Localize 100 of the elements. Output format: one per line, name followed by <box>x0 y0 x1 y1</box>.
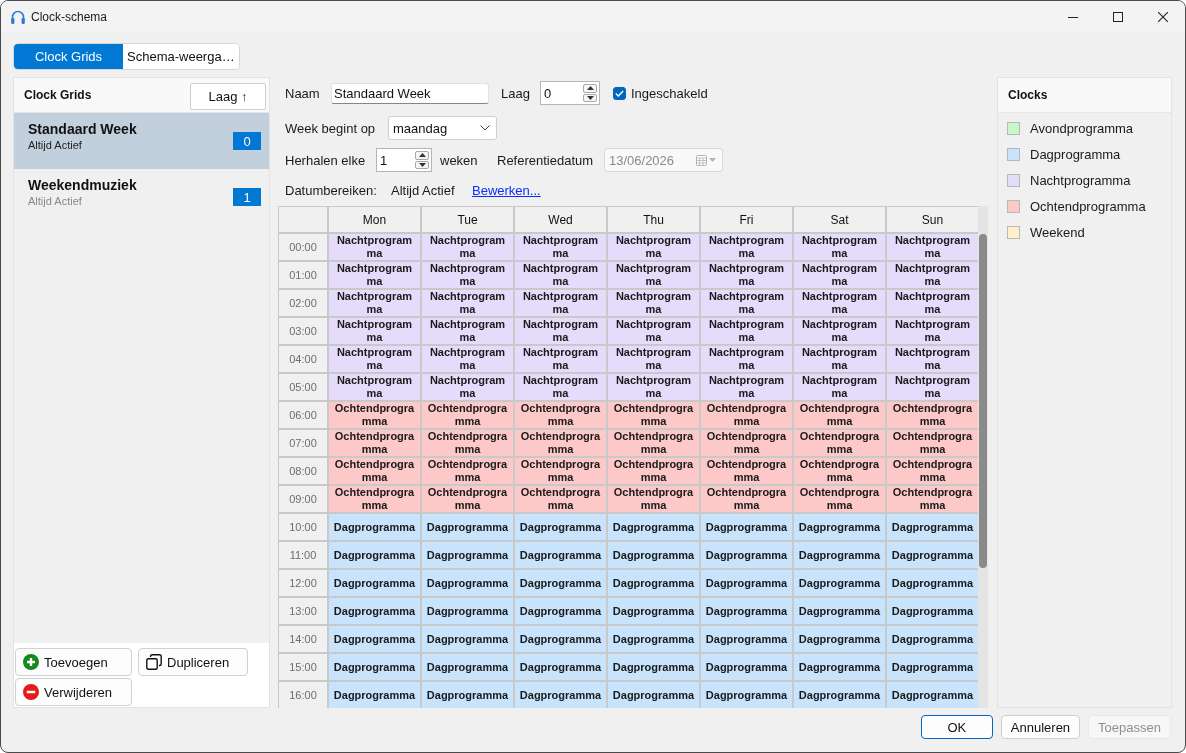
schedule-cell[interactable]: Dagprogramma <box>422 598 513 624</box>
spin-up-button[interactable] <box>415 151 429 160</box>
scrollbar[interactable] <box>978 206 988 708</box>
schedule-cell[interactable]: Nachtprogramma <box>329 234 420 260</box>
add-button[interactable]: Toevoegen <box>15 648 132 676</box>
schedule-cell[interactable]: Nachtprogramma <box>515 262 606 288</box>
schedule-cell[interactable]: Nachtprogramma <box>794 346 885 372</box>
schedule-cell[interactable]: Nachtprogramma <box>515 234 606 260</box>
number-field[interactable]: 1 <box>376 148 432 172</box>
schedule-cell[interactable]: Ochtendprogramma <box>422 458 513 484</box>
schedule-cell[interactable]: Ochtendprogramma <box>608 458 699 484</box>
schedule-cell[interactable]: Nachtprogramma <box>422 290 513 316</box>
schedule-cell[interactable]: Ochtendprogramma <box>608 486 699 512</box>
schedule-cell[interactable]: Nachtprogramma <box>329 346 420 372</box>
schedule-cell[interactable]: Dagprogramma <box>515 542 606 568</box>
schedule-cell[interactable]: Nachtprogramma <box>329 318 420 344</box>
schedule-cell[interactable]: Nachtprogramma <box>701 318 792 344</box>
dialog-button[interactable]: OK <box>920 715 993 739</box>
schedule-cell[interactable]: Dagprogramma <box>608 626 699 652</box>
schedule-cell[interactable]: Ochtendprogramma <box>887 402 978 428</box>
spin-up-button[interactable] <box>583 84 597 93</box>
schedule-cell[interactable]: Dagprogramma <box>887 570 978 596</box>
schedule-cell[interactable]: Dagprogramma <box>701 570 792 596</box>
sort-button[interactable]: Laag ↑ <box>190 82 266 110</box>
schedule-cell[interactable]: Dagprogramma <box>608 570 699 596</box>
schedule-cell[interactable]: Dagprogramma <box>422 626 513 652</box>
schedule-cell[interactable]: Dagprogramma <box>515 514 606 540</box>
schedule-cell[interactable]: Ochtendprogramma <box>701 486 792 512</box>
schedule-cell[interactable]: Ochtendprogramma <box>515 430 606 456</box>
schedule-cell[interactable]: Ochtendprogramma <box>515 458 606 484</box>
schedule-cell[interactable]: Dagprogramma <box>422 542 513 568</box>
week-start-dropdown[interactable]: maandag <box>388 116 497 140</box>
schedule-cell[interactable]: Nachtprogramma <box>701 346 792 372</box>
schedule-cell[interactable]: Dagprogramma <box>422 514 513 540</box>
schedule-cell[interactable]: Dagprogramma <box>794 626 885 652</box>
schedule-cell[interactable]: Dagprogramma <box>422 654 513 680</box>
schedule-cell[interactable]: Nachtprogramma <box>329 262 420 288</box>
schedule-cell[interactable]: Nachtprogramma <box>329 290 420 316</box>
schedule-cell[interactable]: Nachtprogramma <box>887 346 978 372</box>
schedule-cell[interactable]: Nachtprogramma <box>329 374 420 400</box>
schedule-cell[interactable]: Ochtendprogramma <box>608 430 699 456</box>
schedule-cell[interactable]: Dagprogramma <box>515 654 606 680</box>
schedule-cell[interactable]: Nachtprogramma <box>608 290 699 316</box>
schedule-cell[interactable]: Nachtprogramma <box>608 318 699 344</box>
schedule-cell[interactable]: Dagprogramma <box>608 514 699 540</box>
schedule-cell[interactable]: Nachtprogramma <box>515 318 606 344</box>
schedule-cell[interactable]: Ochtendprogramma <box>887 486 978 512</box>
schedule-cell[interactable]: Nachtprogramma <box>422 318 513 344</box>
schedule-cell[interactable]: Nachtprogramma <box>422 346 513 372</box>
schedule-cell[interactable]: Dagprogramma <box>887 598 978 624</box>
schedule-cell[interactable]: Nachtprogramma <box>608 346 699 372</box>
schedule-cell[interactable]: Dagprogramma <box>794 542 885 568</box>
schedule-cell[interactable]: Nachtprogramma <box>794 374 885 400</box>
schedule-cell[interactable]: Ochtendprogramma <box>794 458 885 484</box>
number-field[interactable]: 0 <box>540 81 600 105</box>
schedule-cell[interactable]: Ochtendprogramma <box>515 486 606 512</box>
schedule-cell[interactable]: Nachtprogramma <box>701 262 792 288</box>
schedule-cell[interactable]: Ochtendprogramma <box>515 402 606 428</box>
schedule-cell[interactable]: Dagprogramma <box>329 682 420 708</box>
schedule-cell[interactable]: Ochtendprogramma <box>887 430 978 456</box>
tab[interactable]: Clock Grids <box>14 44 123 69</box>
schedule-cell[interactable]: Dagprogramma <box>794 598 885 624</box>
checkbox[interactable] <box>613 86 626 100</box>
edit-link[interactable]: Bewerken... <box>472 183 541 198</box>
schedule-cell[interactable]: Nachtprogramma <box>887 234 978 260</box>
schedule-cell[interactable]: Ochtendprogramma <box>422 486 513 512</box>
schedule-cell[interactable]: Ochtendprogramma <box>701 402 792 428</box>
schedule-cell[interactable]: Dagprogramma <box>701 682 792 708</box>
schedule-cell[interactable]: Dagprogramma <box>887 682 978 708</box>
schedule-cell[interactable]: Dagprogramma <box>794 654 885 680</box>
schedule-cell[interactable]: Nachtprogramma <box>515 374 606 400</box>
schedule-cell[interactable]: Ochtendprogramma <box>701 458 792 484</box>
schedule-cell[interactable]: Ochtendprogramma <box>329 486 420 512</box>
list-item[interactable]: Weekendmuziek Altijd Actief 1 <box>14 169 269 225</box>
schedule-cell[interactable]: Nachtprogramma <box>701 290 792 316</box>
schedule-cell[interactable]: Nachtprogramma <box>794 290 885 316</box>
schedule-cell[interactable]: Dagprogramma <box>515 598 606 624</box>
schedule-cell[interactable]: Ochtendprogramma <box>329 430 420 456</box>
duplicate-button[interactable]: Dupliceren <box>138 648 248 676</box>
schedule-cell[interactable]: Dagprogramma <box>887 514 978 540</box>
schedule-cell[interactable]: Nachtprogramma <box>887 262 978 288</box>
spin-down-button[interactable] <box>583 93 597 102</box>
schedule-cell[interactable]: Dagprogramma <box>701 654 792 680</box>
schedule-cell[interactable]: Nachtprogramma <box>422 262 513 288</box>
schedule-cell[interactable]: Dagprogramma <box>608 682 699 708</box>
schedule-cell[interactable]: Nachtprogramma <box>887 318 978 344</box>
schedule-cell[interactable]: Dagprogramma <box>422 570 513 596</box>
schedule-cell[interactable]: Ochtendprogramma <box>422 402 513 428</box>
schedule-cell[interactable]: Nachtprogramma <box>887 374 978 400</box>
schedule-cell[interactable]: Dagprogramma <box>608 542 699 568</box>
schedule-cell[interactable]: Dagprogramma <box>794 514 885 540</box>
schedule-cell[interactable]: Nachtprogramma <box>701 374 792 400</box>
schedule-cell[interactable]: Ochtendprogramma <box>794 486 885 512</box>
schedule-cell[interactable]: Ochtendprogramma <box>794 430 885 456</box>
schedule-cell[interactable]: Dagprogramma <box>701 598 792 624</box>
schedule-cell[interactable]: Nachtprogramma <box>608 262 699 288</box>
schedule-cell[interactable]: Dagprogramma <box>515 682 606 708</box>
schedule-cell[interactable]: Dagprogramma <box>794 682 885 708</box>
schedule-cell[interactable]: Dagprogramma <box>515 626 606 652</box>
remove-button[interactable]: Verwijderen <box>15 678 132 706</box>
